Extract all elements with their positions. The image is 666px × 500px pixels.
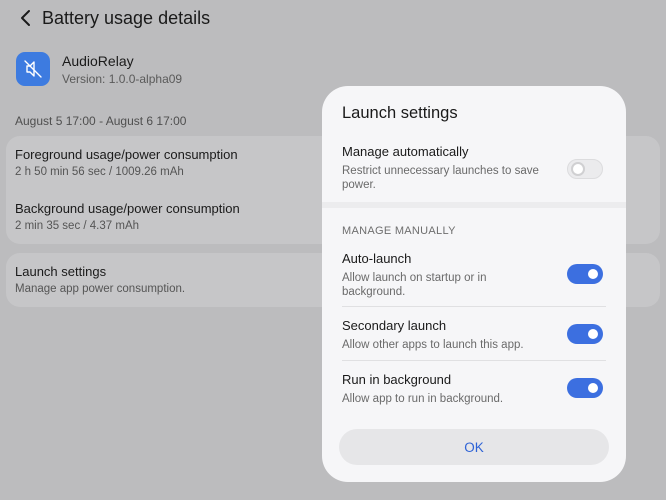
ok-button[interactable]: OK xyxy=(339,429,609,465)
app-version: Version: 1.0.0-alpha09 xyxy=(62,72,183,86)
toggle-knob xyxy=(586,381,600,395)
divider xyxy=(342,360,606,361)
foreground-usage-title: Foreground usage/power consumption xyxy=(15,147,238,162)
app-bar: Battery usage details xyxy=(0,0,666,40)
toggle-knob xyxy=(586,327,600,341)
secondary-launch-subtitle: Allow other apps to launch this app. xyxy=(342,339,524,351)
manage-automatically-subtitle: Restrict unnecessary launches to save po… xyxy=(342,165,539,191)
run-in-background-toggle[interactable] xyxy=(567,378,603,398)
auto-launch-subtitle: Allow launch on startup or in background… xyxy=(342,272,487,298)
date-range: August 5 17:00 - August 6 17:00 xyxy=(15,114,187,128)
divider xyxy=(342,306,606,307)
section-label-manage-manually: MANAGE MANUALLY xyxy=(342,225,456,237)
auto-launch-toggle[interactable] xyxy=(567,264,603,284)
manage-automatically-toggle[interactable] xyxy=(567,159,603,179)
secondary-launch-title: Secondary launch xyxy=(342,318,447,333)
page-title: Battery usage details xyxy=(42,8,211,28)
auto-launch-title: Auto-launch xyxy=(342,251,412,266)
toggle-knob xyxy=(571,162,585,176)
audiorelay-app-icon xyxy=(16,52,50,86)
background-usage-value: 2 min 35 sec / 4.37 mAh xyxy=(15,220,140,232)
toggle-knob xyxy=(586,267,600,281)
run-in-background-title: Run in background xyxy=(342,372,452,387)
dialog-title: Launch settings xyxy=(342,104,458,122)
foreground-usage-value: 2 h 50 min 56 sec / 1009.26 mAh xyxy=(15,166,184,178)
secondary-launch-toggle[interactable] xyxy=(567,324,603,344)
app-name: AudioRelay xyxy=(62,53,134,69)
manage-automatically-title: Manage automatically xyxy=(342,144,469,159)
back-arrow-icon[interactable] xyxy=(14,6,38,30)
background-usage-title: Background usage/power consumption xyxy=(15,201,240,216)
launch-settings-dialog: Launch settings Manage automatically Res… xyxy=(322,86,626,482)
section-divider xyxy=(322,202,626,208)
run-in-background-subtitle: Allow app to run in background. xyxy=(342,393,504,405)
launch-settings-subtitle: Manage app power consumption. xyxy=(15,283,186,295)
launch-settings-title: Launch settings xyxy=(15,264,107,279)
